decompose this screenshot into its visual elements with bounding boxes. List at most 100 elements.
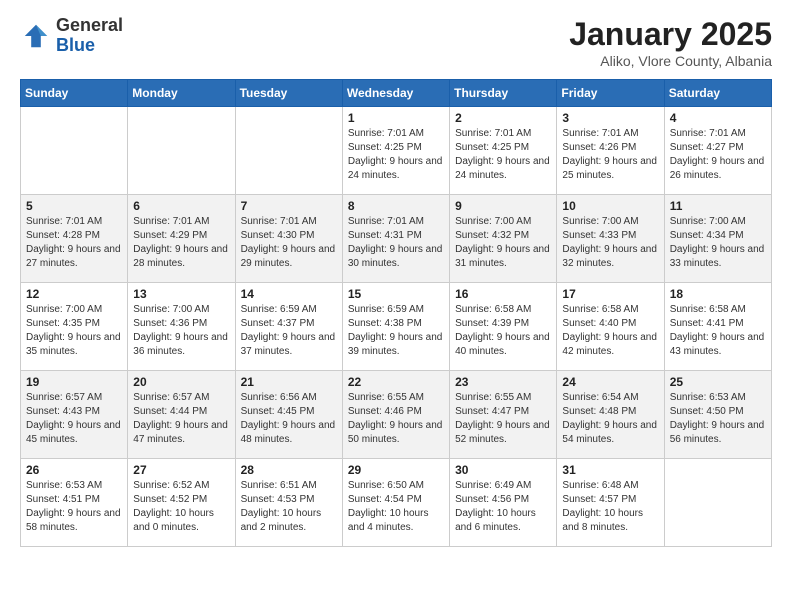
day-info-3: Sunrise: 7:01 AMSunset: 4:26 PMDaylight:… [562, 127, 658, 183]
day-number-25: 25 [670, 375, 766, 389]
day-info-4: Sunrise: 7:01 AMSunset: 4:27 PMDaylight:… [670, 127, 766, 183]
day-number-22: 22 [348, 375, 444, 389]
day-cell-w2-d0: 12 Sunrise: 7:00 AMSunset: 4:35 PMDayligh… [21, 283, 128, 371]
day-number-10: 10 [562, 199, 658, 213]
day-cell-w0-d3: 1 Sunrise: 7:01 AMSunset: 4:25 PMDaylight… [342, 107, 449, 195]
day-info-1: Sunrise: 7:01 AMSunset: 4:25 PMDaylight:… [348, 127, 444, 183]
day-info-27: Sunrise: 6:52 AMSunset: 4:52 PMDaylight:… [133, 479, 229, 535]
day-number-12: 12 [26, 287, 122, 301]
day-info-13: Sunrise: 7:00 AMSunset: 4:36 PMDaylight:… [133, 303, 229, 359]
page: General Blue January 2025 Aliko, Vlore C… [0, 0, 792, 563]
day-number-15: 15 [348, 287, 444, 301]
day-cell-w0-d6: 4Sunrise: 7:01 AMSunset: 4:27 PMDaylight… [664, 107, 771, 195]
day-number-18: 18 [670, 287, 766, 301]
day-info-31: Sunrise: 6:48 AMSunset: 4:57 PMDaylight:… [562, 479, 658, 535]
title-block: January 2025 Aliko, Vlore County, Albani… [569, 16, 772, 69]
day-number-17: 17 [562, 287, 658, 301]
day-cell-w4-d0: 26 Sunrise: 6:53 AMSunset: 4:51 PMDayligh… [21, 459, 128, 547]
month-year: January 2025 [569, 16, 772, 53]
day-number-6: 6 [133, 199, 229, 213]
day-number-27: 27 [133, 463, 229, 477]
day-cell-w1-d6: 11Sunrise: 7:00 AMSunset: 4:34 PMDayligh… [664, 195, 771, 283]
header-wednesday: Wednesday [342, 80, 449, 107]
header-tuesday: Tuesday [235, 80, 342, 107]
logo: General Blue [20, 16, 123, 56]
day-info-19: Sunrise: 6:57 AMSunset: 4:43 PMDaylight:… [26, 391, 122, 447]
week-row-3: 19 Sunrise: 6:57 AMSunset: 4:43 PMDayligh… [21, 371, 772, 459]
header-thursday: Thursday [450, 80, 557, 107]
day-info-16: Sunrise: 6:58 AMSunset: 4:39 PMDaylight:… [455, 303, 551, 359]
day-cell-w4-d5: 31 Sunrise: 6:48 AMSunset: 4:57 PMDayligh… [557, 459, 664, 547]
logo-general: General [56, 15, 123, 35]
day-number-31: 31 [562, 463, 658, 477]
day-cell-w3-d5: 24 Sunrise: 6:54 AMSunset: 4:48 PMDayligh… [557, 371, 664, 459]
day-number-8: 8 [348, 199, 444, 213]
day-info-18: Sunrise: 6:58 AMSunset: 4:41 PMDaylight:… [670, 303, 766, 359]
day-number-1: 1 [348, 111, 444, 125]
day-number-26: 26 [26, 463, 122, 477]
day-info-24: Sunrise: 6:54 AMSunset: 4:48 PMDaylight:… [562, 391, 658, 447]
day-cell-w4-d2: 28 Sunrise: 6:51 AMSunset: 4:53 PMDayligh… [235, 459, 342, 547]
day-number-23: 23 [455, 375, 551, 389]
day-info-12: Sunrise: 7:00 AMSunset: 4:35 PMDaylight:… [26, 303, 122, 359]
day-cell-w2-d2: 14Sunrise: 6:59 AMSunset: 4:37 PMDayligh… [235, 283, 342, 371]
day-cell-w0-d0 [21, 107, 128, 195]
day-info-17: Sunrise: 6:58 AMSunset: 4:40 PMDaylight:… [562, 303, 658, 359]
day-cell-w4-d4: 30Sunrise: 6:49 AMSunset: 4:56 PMDayligh… [450, 459, 557, 547]
day-number-7: 7 [241, 199, 337, 213]
day-number-16: 16 [455, 287, 551, 301]
day-cell-w4-d3: 29 Sunrise: 6:50 AMSunset: 4:54 PMDayligh… [342, 459, 449, 547]
day-number-19: 19 [26, 375, 122, 389]
day-number-28: 28 [241, 463, 337, 477]
logo-icon [20, 20, 52, 52]
day-cell-w3-d3: 22Sunrise: 6:55 AMSunset: 4:46 PMDayligh… [342, 371, 449, 459]
day-info-2: Sunrise: 7:01 AMSunset: 4:25 PMDaylight:… [455, 127, 551, 183]
header-saturday: Saturday [664, 80, 771, 107]
day-cell-w3-d4: 23 Sunrise: 6:55 AMSunset: 4:47 PMDayligh… [450, 371, 557, 459]
day-info-28: Sunrise: 6:51 AMSunset: 4:53 PMDaylight:… [241, 479, 337, 535]
day-number-21: 21 [241, 375, 337, 389]
day-cell-w1-d0: 5Sunrise: 7:01 AMSunset: 4:28 PMDaylight… [21, 195, 128, 283]
week-row-2: 12 Sunrise: 7:00 AMSunset: 4:35 PMDayligh… [21, 283, 772, 371]
day-cell-w2-d5: 17 Sunrise: 6:58 AMSunset: 4:40 PMDayligh… [557, 283, 664, 371]
day-number-20: 20 [133, 375, 229, 389]
day-cell-w3-d0: 19 Sunrise: 6:57 AMSunset: 4:43 PMDayligh… [21, 371, 128, 459]
day-number-24: 24 [562, 375, 658, 389]
day-cell-w3-d2: 21 Sunrise: 6:56 AMSunset: 4:45 PMDayligh… [235, 371, 342, 459]
calendar: Sunday Monday Tuesday Wednesday Thursday… [20, 79, 772, 547]
logo-text: General Blue [56, 16, 123, 56]
weekday-header-row: Sunday Monday Tuesday Wednesday Thursday… [21, 80, 772, 107]
day-info-21: Sunrise: 6:56 AMSunset: 4:45 PMDaylight:… [241, 391, 337, 447]
header-sunday: Sunday [21, 80, 128, 107]
day-cell-w0-d5: 3Sunrise: 7:01 AMSunset: 4:26 PMDaylight… [557, 107, 664, 195]
header: General Blue January 2025 Aliko, Vlore C… [20, 16, 772, 69]
day-cell-w2-d1: 13 Sunrise: 7:00 AMSunset: 4:36 PMDayligh… [128, 283, 235, 371]
day-info-14: Sunrise: 6:59 AMSunset: 4:37 PMDaylight:… [241, 303, 337, 359]
day-cell-w0-d1 [128, 107, 235, 195]
day-cell-w2-d4: 16 Sunrise: 6:58 AMSunset: 4:39 PMDayligh… [450, 283, 557, 371]
day-cell-w1-d3: 8Sunrise: 7:01 AMSunset: 4:31 PMDaylight… [342, 195, 449, 283]
day-info-29: Sunrise: 6:50 AMSunset: 4:54 PMDaylight:… [348, 479, 444, 535]
day-info-9: Sunrise: 7:00 AMSunset: 4:32 PMDaylight:… [455, 215, 551, 271]
day-number-13: 13 [133, 287, 229, 301]
day-cell-w4-d6 [664, 459, 771, 547]
day-cell-w3-d6: 25 Sunrise: 6:53 AMSunset: 4:50 PMDayligh… [664, 371, 771, 459]
day-info-6: Sunrise: 7:01 AMSunset: 4:29 PMDaylight:… [133, 215, 229, 271]
week-row-0: 1 Sunrise: 7:01 AMSunset: 4:25 PMDaylight… [21, 107, 772, 195]
day-info-23: Sunrise: 6:55 AMSunset: 4:47 PMDaylight:… [455, 391, 551, 447]
day-cell-w0-d4: 2Sunrise: 7:01 AMSunset: 4:25 PMDaylight… [450, 107, 557, 195]
day-cell-w4-d1: 27 Sunrise: 6:52 AMSunset: 4:52 PMDayligh… [128, 459, 235, 547]
week-row-4: 26 Sunrise: 6:53 AMSunset: 4:51 PMDayligh… [21, 459, 772, 547]
week-row-1: 5Sunrise: 7:01 AMSunset: 4:28 PMDaylight… [21, 195, 772, 283]
day-cell-w0-d2 [235, 107, 342, 195]
day-cell-w1-d1: 6 Sunrise: 7:01 AMSunset: 4:29 PMDaylight… [128, 195, 235, 283]
day-number-9: 9 [455, 199, 551, 213]
day-info-10: Sunrise: 7:00 AMSunset: 4:33 PMDaylight:… [562, 215, 658, 271]
day-info-25: Sunrise: 6:53 AMSunset: 4:50 PMDaylight:… [670, 391, 766, 447]
header-monday: Monday [128, 80, 235, 107]
day-cell-w3-d1: 20 Sunrise: 6:57 AMSunset: 4:44 PMDayligh… [128, 371, 235, 459]
day-info-5: Sunrise: 7:01 AMSunset: 4:28 PMDaylight:… [26, 215, 122, 271]
day-number-29: 29 [348, 463, 444, 477]
day-info-20: Sunrise: 6:57 AMSunset: 4:44 PMDaylight:… [133, 391, 229, 447]
day-info-26: Sunrise: 6:53 AMSunset: 4:51 PMDaylight:… [26, 479, 122, 535]
